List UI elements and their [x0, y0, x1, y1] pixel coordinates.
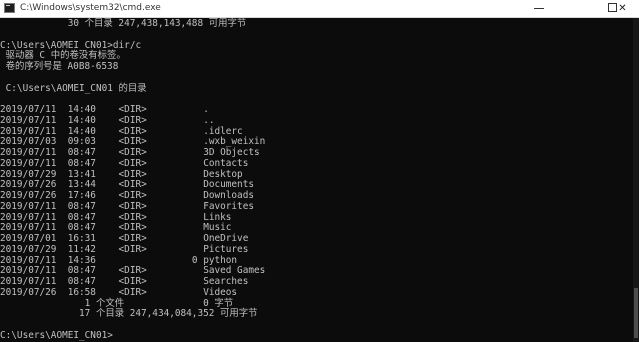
console-output[interactable]: 30 个目录 247,438,143,488 可用字节 C:\Users\AOME…	[0, 18, 633, 342]
minimize-button[interactable]	[516, 0, 562, 17]
console-line: 2019/07/29 11:42 <DIR> Pictures	[0, 243, 249, 255]
console-line: 2019/07/11 14:40 <DIR> .idlerc	[0, 125, 243, 137]
console-line: 2019/07/11 08:47 <DIR> Favorites	[0, 200, 254, 212]
console-line: 2019/07/11 08:47 <DIR> Music	[0, 222, 232, 234]
close-icon: ✕	[618, 3, 627, 14]
console-line: 2019/07/11 08:47 <DIR> Saved Games	[0, 265, 266, 277]
console-line: 2019/07/26 13:44 <DIR> Documents	[0, 179, 254, 191]
console-line: 2019/07/03 09:03 <DIR> .wxb_weixin	[0, 136, 266, 148]
cmd-window: C:\Windows\system32\cmd.exe ✕ 30 个目录 247…	[0, 0, 639, 342]
console-line: C:\Users\AOMEI_CN01>	[0, 329, 113, 341]
console-line: 2019/07/26 17:46 <DIR> Downloads	[0, 190, 254, 201]
vertical-scrollbar[interactable]	[633, 18, 639, 342]
console-app-icon	[4, 3, 15, 13]
console-line: 2019/07/11 08:47 <DIR> Links	[0, 211, 232, 223]
console-line: 2019/07/26 16:58 <DIR> Videos	[0, 286, 238, 298]
console-line: 卷的序列号是 A0B8-6538	[0, 61, 119, 72]
console-line: C:\Users\AOMEI_CN01>dir/c	[0, 39, 142, 51]
console-line: 30 个目录 247,438,143,488 可用字节	[0, 18, 247, 29]
close-button[interactable]: ✕	[606, 0, 639, 17]
console-line: 2019/07/11 08:47 <DIR> Searches	[0, 276, 249, 287]
console-line: 1 个文件 0 字节	[0, 297, 234, 309]
window-title: C:\Windows\system32\cmd.exe	[20, 3, 161, 13]
console-line: 2019/07/11 14:40 <DIR> .	[0, 104, 209, 115]
console-line: 17 个目录 247,434,084,352 可用字节	[0, 308, 258, 320]
console-line: 2019/07/11 08:47 <DIR> Contacts	[0, 157, 249, 169]
console-line: 2019/07/11 14:40 <DIR> ..	[0, 114, 215, 126]
minimize-icon	[534, 8, 544, 9]
console-line: 2019/07/11 14:36 0 python	[0, 254, 238, 266]
console-line: 驱动器 C 中的卷没有标签。	[0, 50, 126, 62]
console-line: 2019/07/11 08:47 <DIR> 3D Objects	[0, 147, 260, 158]
console-line: 2019/07/29 13:41 <DIR> Desktop	[0, 168, 243, 180]
title-bar[interactable]: C:\Windows\system32\cmd.exe ✕	[0, 0, 639, 18]
scrollbar-thumb[interactable]	[634, 288, 638, 338]
console-line: C:\Users\AOMEI_CN01 的目录	[0, 82, 147, 94]
console-line: 2019/07/01 16:31 <DIR> OneDrive	[0, 233, 249, 244]
